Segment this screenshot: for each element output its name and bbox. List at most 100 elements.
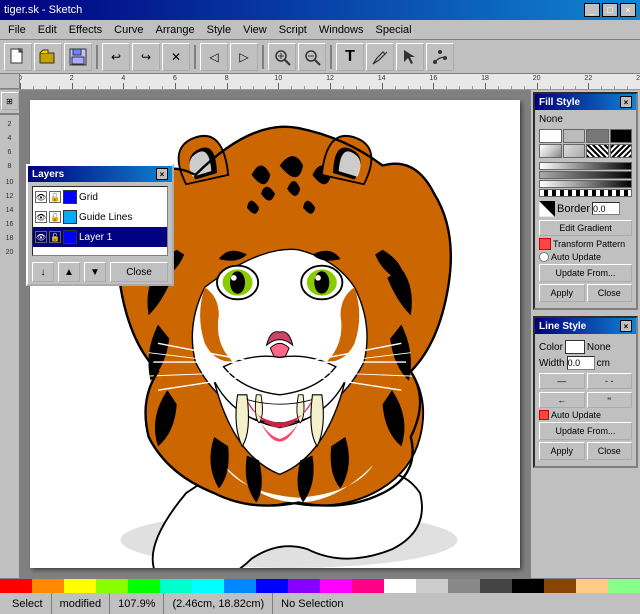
layer-row-guide[interactable]: 👁 🔓 Guide Lines: [33, 207, 167, 227]
zoom-in-button[interactable]: [268, 43, 296, 71]
line-width-input[interactable]: [567, 356, 595, 370]
menu-arrange[interactable]: Arrange: [149, 22, 200, 38]
canvas-area[interactable]: Layers × 👁 🔓 Grid 👁 🔓 Guide Lines 👁: [20, 90, 530, 578]
close-button-fill[interactable]: Close: [587, 284, 633, 302]
open-button[interactable]: [34, 43, 62, 71]
layers-up-button[interactable]: ▲: [58, 262, 80, 282]
color-pink[interactable]: [352, 579, 384, 593]
color-red[interactable]: [0, 579, 32, 593]
undo-button[interactable]: ↩: [102, 43, 130, 71]
color-white[interactable]: [384, 579, 416, 593]
border-value-input[interactable]: [592, 202, 620, 215]
pen-tool-button[interactable]: [366, 43, 394, 71]
auto-update-radio-fill[interactable]: [539, 252, 549, 262]
layer-eye-guide[interactable]: 👁: [35, 211, 47, 223]
color-orange[interactable]: [32, 579, 64, 593]
next-button[interactable]: ▷: [230, 43, 258, 71]
color-lime[interactable]: [96, 579, 128, 593]
color-yellow[interactable]: [64, 579, 96, 593]
prev-button[interactable]: ◁: [200, 43, 228, 71]
menu-windows[interactable]: Windows: [313, 22, 370, 38]
layer-lock-guide[interactable]: 🔓: [49, 211, 61, 223]
color-cyan[interactable]: [192, 579, 224, 593]
menu-effects[interactable]: Effects: [63, 22, 108, 38]
menu-script[interactable]: Script: [273, 22, 313, 38]
color-purple[interactable]: [288, 579, 320, 593]
layers-close-button[interactable]: Close: [110, 262, 168, 282]
color-green[interactable]: [128, 579, 160, 593]
swatch-black[interactable]: [610, 129, 633, 143]
color-darkgray[interactable]: [480, 579, 512, 593]
layers-new-button[interactable]: ↓: [32, 262, 54, 282]
layers-panel-titlebar[interactable]: Layers ×: [28, 166, 172, 182]
color-gray[interactable]: [448, 579, 480, 593]
gradient-bar-4[interactable]: [539, 189, 632, 197]
layer-lock-grid[interactable]: 🔓: [49, 191, 61, 203]
save-button[interactable]: [64, 43, 92, 71]
select-tool-button[interactable]: [396, 43, 424, 71]
arrow-end-button[interactable]: ⁼: [587, 392, 633, 408]
swatch-hatch2[interactable]: [610, 144, 633, 158]
layers-panel-close[interactable]: ×: [156, 168, 168, 180]
color-brown[interactable]: [544, 579, 576, 593]
new-button[interactable]: [4, 43, 32, 71]
main-area: ⊞ 2468101214161820: [0, 90, 640, 578]
update-from-button-fill[interactable]: Update From...: [539, 264, 632, 282]
color-lightgray[interactable]: [416, 579, 448, 593]
color-mint[interactable]: [608, 579, 640, 593]
layer-row-grid[interactable]: 👁 🔓 Grid: [33, 187, 167, 207]
swatch-white[interactable]: [539, 129, 562, 143]
ruler-toggle-button[interactable]: ⊞: [1, 92, 19, 110]
layer-eye-1[interactable]: 👁: [35, 231, 47, 243]
toolbar-separator-3: [262, 45, 264, 69]
line-style-close[interactable]: ×: [620, 320, 632, 332]
layers-down-button[interactable]: ▼: [84, 262, 106, 282]
edit-gradient-button[interactable]: Edit Gradient: [539, 220, 632, 236]
apply-button-fill[interactable]: Apply: [539, 284, 585, 302]
close-button-line[interactable]: Close: [587, 442, 633, 460]
gradient-bar-2[interactable]: [539, 171, 632, 179]
line-style-buttons: — - -: [539, 373, 632, 389]
menu-curve[interactable]: Curve: [108, 22, 149, 38]
swatch-grad1[interactable]: [539, 144, 562, 158]
dash-line-button[interactable]: - -: [587, 373, 633, 389]
text-tool-button[interactable]: T: [336, 43, 364, 71]
arrow-button[interactable]: ←: [539, 392, 585, 408]
layer-row-1[interactable]: 👁 🔓 Layer 1: [33, 227, 167, 247]
update-from-button-line[interactable]: Update From...: [539, 422, 632, 440]
swatch-gray[interactable]: [586, 129, 609, 143]
layer-lock-1[interactable]: 🔓: [49, 231, 61, 243]
menu-style[interactable]: Style: [201, 22, 237, 38]
color-teal[interactable]: [160, 579, 192, 593]
gradient-bar-3[interactable]: [539, 180, 632, 188]
transform-pattern-icon: [539, 238, 551, 250]
color-sky[interactable]: [224, 579, 256, 593]
layer-name-guide: Guide Lines: [79, 212, 132, 223]
solid-line-button[interactable]: —: [539, 373, 585, 389]
gradient-bar-1[interactable]: [539, 162, 632, 170]
layer-eye-grid[interactable]: 👁: [35, 191, 47, 203]
line-color-swatch[interactable]: [565, 340, 585, 354]
menu-view[interactable]: View: [237, 22, 273, 38]
menu-special[interactable]: Special: [370, 22, 418, 38]
menu-edit[interactable]: Edit: [32, 22, 63, 38]
swatch-lgray[interactable]: [563, 129, 586, 143]
color-black[interactable]: [512, 579, 544, 593]
apply-button-line[interactable]: Apply: [539, 442, 585, 460]
delete-button[interactable]: ✕: [162, 43, 190, 71]
swatch-grad2[interactable]: [563, 144, 586, 158]
layer-color-1: [63, 230, 77, 244]
zoom-out-button[interactable]: [298, 43, 326, 71]
redo-button[interactable]: ↪: [132, 43, 160, 71]
fill-style-close[interactable]: ×: [620, 96, 632, 108]
color-magenta[interactable]: [320, 579, 352, 593]
color-peach[interactable]: [576, 579, 608, 593]
auto-update-label-fill: Auto Update: [551, 252, 601, 262]
minimize-button[interactable]: _: [584, 3, 600, 17]
close-button[interactable]: ×: [620, 3, 636, 17]
color-blue[interactable]: [256, 579, 288, 593]
node-tool-button[interactable]: [426, 43, 454, 71]
menu-file[interactable]: File: [2, 22, 32, 38]
maximize-button[interactable]: □: [602, 3, 618, 17]
swatch-hatch1[interactable]: [586, 144, 609, 158]
